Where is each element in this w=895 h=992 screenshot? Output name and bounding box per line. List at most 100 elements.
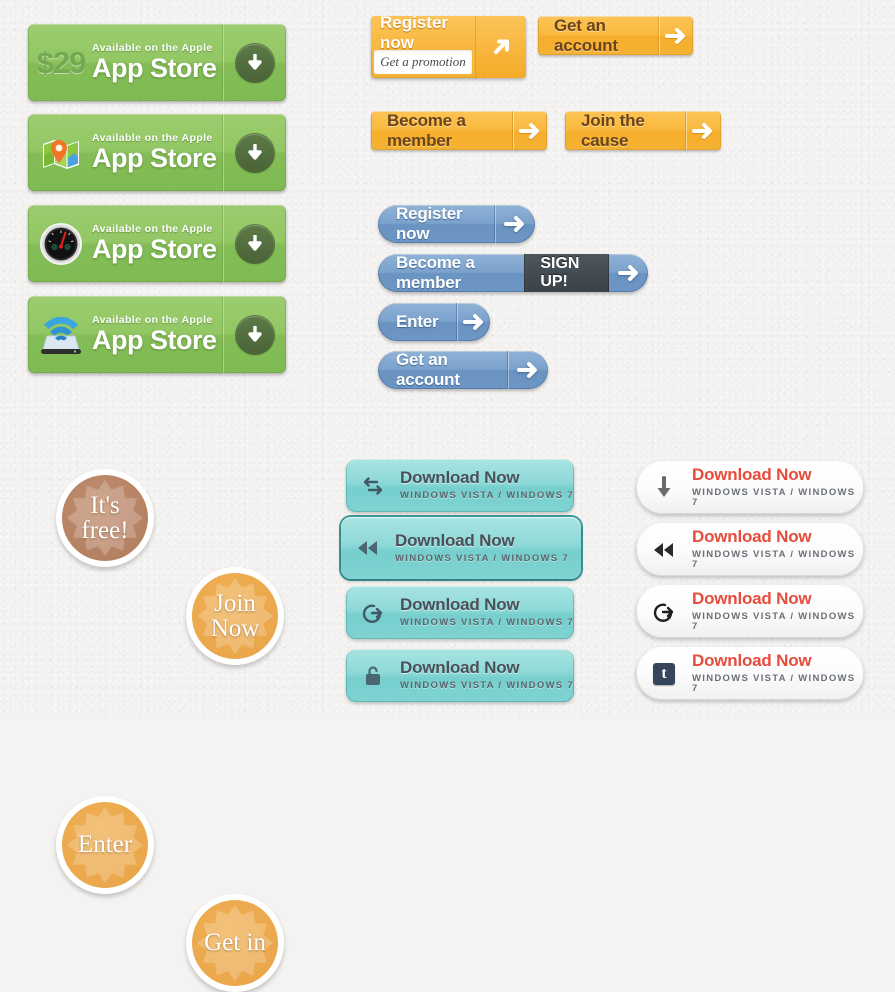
- cyan-download-button-sync[interactable]: Download Now WINDOWS VISTA / WINDOWS 7: [346, 459, 574, 512]
- download-subtitle: WINDOWS VISTA / WINDOWS 7: [692, 486, 856, 509]
- arrow-up-right-icon[interactable]: [475, 16, 526, 78]
- download-subtitle: WINDOWS VISTA / WINDOWS 7: [400, 680, 574, 692]
- arrow-right-icon[interactable]: [659, 16, 693, 55]
- app-store-price-label: $29: [36, 45, 87, 80]
- app-store-action[interactable]: [224, 24, 286, 101]
- download-arrow-icon[interactable]: [236, 315, 274, 354]
- badge-inner: Enter: [62, 802, 148, 888]
- blue-register-now-button[interactable]: Register now: [378, 205, 535, 243]
- register-now-left[interactable]: Register now Get a promotion: [371, 16, 475, 78]
- button-showcase-canvas: $29 Available on the Apple App Store Ava…: [0, 0, 895, 992]
- speedometer-icon: [38, 221, 84, 267]
- badge-get-in[interactable]: Get in: [186, 894, 284, 992]
- app-store-button-wifi[interactable]: Available on the Apple App Store: [28, 296, 286, 373]
- app-store-title: App Store: [92, 324, 217, 355]
- app-store-title: App Store: [92, 233, 217, 264]
- cyan-download-text: Download Now WINDOWS VISTA / WINDOWS 7: [400, 469, 574, 501]
- app-store-button-price[interactable]: $29 Available on the Apple App Store: [28, 24, 286, 101]
- download-title: Download Now: [400, 658, 520, 678]
- orange-get-an-account-button[interactable]: Get an account: [538, 16, 693, 55]
- white-download-text: Download Now WINDOWS VISTA / WINDOWS 7: [692, 652, 864, 695]
- repeat-sync-icon: [346, 475, 400, 497]
- register-now-dropdown-button[interactable]: Register now Get a promotion: [371, 16, 526, 78]
- double-arrow-left-icon: [341, 537, 395, 559]
- app-store-text: Available on the Apple App Store: [92, 43, 217, 81]
- arrow-right-icon[interactable]: [508, 351, 548, 389]
- app-store-action[interactable]: [224, 296, 286, 373]
- button-label: Become a member: [396, 254, 475, 292]
- blue-enter-button[interactable]: Enter: [378, 303, 490, 341]
- arrow-right-icon[interactable]: [457, 303, 490, 341]
- badge-enter[interactable]: Enter: [56, 796, 154, 894]
- cyan-download-button-lock[interactable]: Download Now WINDOWS VISTA / WINDOWS 7: [346, 649, 574, 702]
- double-arrow-left-icon: [636, 539, 692, 561]
- white-download-button-download[interactable]: Download Now WINDOWS VISTA / WINDOWS 7: [636, 461, 864, 514]
- download-title: Download Now: [400, 595, 520, 615]
- white-download-text: Download Now WINDOWS VISTA / WINDOWS 7: [692, 528, 864, 571]
- button-label: Get an account: [396, 351, 460, 389]
- download-subtitle: WINDOWS VISTA / WINDOWS 7: [400, 490, 574, 502]
- white-download-button-rewind[interactable]: Download Now WINDOWS VISTA / WINDOWS 7: [636, 523, 864, 576]
- badge-inner: Join Now: [192, 573, 278, 659]
- get-a-promotion-field[interactable]: Get a promotion: [374, 50, 472, 74]
- orange-join-the-cause-button[interactable]: Join the cause: [565, 111, 721, 150]
- arrow-right-icon[interactable]: [686, 111, 721, 150]
- badge-text: Get in: [204, 930, 266, 956]
- badge-text: It's free!: [81, 492, 128, 544]
- app-store-button-speed[interactable]: Available on the Apple App Store: [28, 205, 286, 282]
- badge-its-free[interactable]: It's free!: [56, 469, 154, 567]
- white-download-button-logout[interactable]: Download Now WINDOWS VISTA / WINDOWS 7: [636, 585, 864, 638]
- orange-become-a-member-button[interactable]: Become a member: [371, 111, 547, 150]
- white-download-text: Download Now WINDOWS VISTA / WINDOWS 7: [692, 466, 864, 509]
- download-arrow-icon[interactable]: [236, 133, 274, 172]
- white-download-button-tumblr[interactable]: t Download Now WINDOWS VISTA / WINDOWS 7: [636, 647, 864, 700]
- app-store-action[interactable]: [224, 114, 286, 191]
- down-arrow-icon: [636, 475, 692, 500]
- app-store-action[interactable]: [224, 205, 286, 282]
- badge-inner: Get in: [192, 900, 278, 986]
- download-title: Download Now: [692, 589, 812, 609]
- app-store-title: App Store: [92, 142, 217, 173]
- badge-join-now[interactable]: Join Now: [186, 567, 284, 665]
- badge-text: Join Now: [210, 590, 260, 642]
- sign-up-badge[interactable]: SIGN UP!: [524, 254, 610, 292]
- download-subtitle: WINDOWS VISTA / WINDOWS 7: [692, 610, 856, 633]
- blue-get-an-account-button[interactable]: Get an account: [378, 351, 548, 389]
- badge-line-1: Enter: [77, 831, 133, 859]
- badge-inner: It's free!: [62, 475, 148, 561]
- white-download-text: Download Now WINDOWS VISTA / WINDOWS 7: [692, 590, 864, 633]
- badge-line-2: Now: [210, 615, 260, 642]
- download-title: Download Now: [400, 468, 520, 488]
- app-store-text: Available on the Apple App Store: [92, 315, 217, 353]
- cyan-download-button-logout[interactable]: Download Now WINDOWS VISTA / WINDOWS 7: [346, 586, 574, 639]
- map-pin-icon: [38, 130, 84, 176]
- button-label: Join the cause: [581, 110, 645, 150]
- app-store-body: $29 Available on the Apple App Store: [28, 24, 223, 101]
- badge-text: Enter: [78, 832, 132, 858]
- download-subtitle: WINDOWS VISTA / WINDOWS 7: [692, 672, 856, 695]
- wifi-router-icon: [38, 312, 84, 358]
- arrow-right-icon[interactable]: [495, 205, 535, 243]
- app-store-body: Available on the Apple App Store: [28, 296, 223, 373]
- cyan-download-button-rewind-selected[interactable]: Download Now WINDOWS VISTA / WINDOWS 7: [341, 517, 581, 579]
- app-store-button-map[interactable]: Available on the Apple App Store: [28, 114, 286, 191]
- blue-become-a-member-signup-button[interactable]: Become a member SIGN UP!: [378, 254, 648, 292]
- cyan-download-text: Download Now WINDOWS VISTA / WINDOWS 7: [395, 530, 569, 564]
- tumblr-icon: t: [636, 662, 692, 685]
- download-arrow-icon[interactable]: [236, 224, 274, 263]
- price-tag: $29: [36, 40, 87, 86]
- register-now-label[interactable]: Register now: [371, 16, 475, 52]
- app-store-body: Available on the Apple App Store: [28, 205, 223, 282]
- arrow-right-icon[interactable]: [513, 111, 547, 150]
- arrow-right-icon[interactable]: [609, 254, 648, 292]
- download-title: Download Now: [395, 530, 515, 550]
- download-subtitle: WINDOWS VISTA / WINDOWS 7: [400, 617, 574, 629]
- download-title: Download Now: [692, 527, 812, 547]
- cyan-download-text: Download Now WINDOWS VISTA / WINDOWS 7: [400, 659, 574, 691]
- tumblr-glyph: t: [653, 662, 675, 685]
- logout-arrow-icon: [346, 601, 400, 625]
- button-label: Register now: [396, 205, 463, 243]
- badge-line-1: Get in: [204, 929, 266, 957]
- download-arrow-icon[interactable]: [236, 43, 274, 82]
- lock-open-icon: [346, 664, 400, 688]
